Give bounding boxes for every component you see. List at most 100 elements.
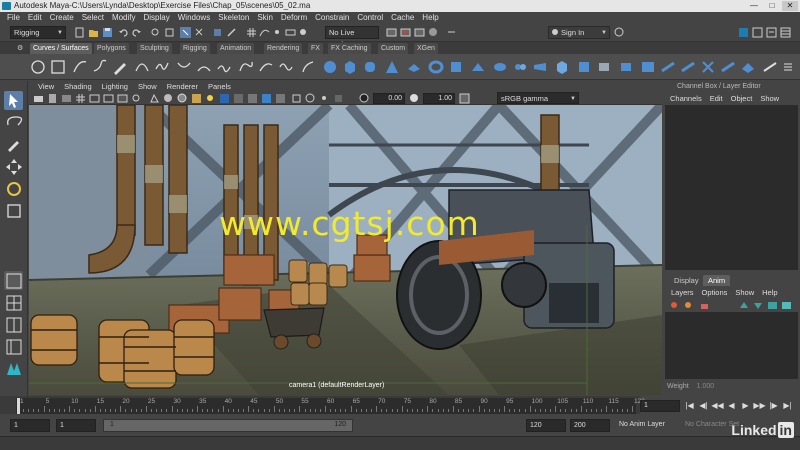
- nurbs-cube-icon[interactable]: [342, 59, 358, 75]
- menu-help[interactable]: Help: [418, 12, 442, 24]
- persp-outliner-layout-icon[interactable]: [4, 337, 23, 356]
- revolve-icon[interactable]: [448, 59, 464, 75]
- move-layer-up-icon[interactable]: [739, 300, 750, 311]
- anim-layer-list[interactable]: [665, 312, 798, 379]
- menu-skeleton[interactable]: Skeleton: [214, 12, 253, 24]
- menu-display[interactable]: Display: [140, 12, 174, 24]
- exposure-icon[interactable]: [359, 93, 370, 104]
- attach-surfaces-icon[interactable]: [740, 59, 756, 75]
- rotate-tool-icon[interactable]: [4, 179, 23, 198]
- open-scene-icon[interactable]: [88, 27, 99, 38]
- menu-modify[interactable]: Modify: [108, 12, 140, 24]
- insert-knot-icon[interactable]: [216, 59, 232, 75]
- menu-constrain[interactable]: Constrain: [311, 12, 353, 24]
- select-object-icon[interactable]: [164, 27, 175, 38]
- tab-fx[interactable]: FX: [308, 43, 323, 54]
- select-hierarchy-icon[interactable]: [150, 27, 161, 38]
- birail-icon[interactable]: [532, 59, 548, 75]
- range-slider[interactable]: 1 120: [103, 419, 353, 432]
- redo-icon[interactable]: [131, 27, 142, 38]
- step-forward-frame-button[interactable]: ▶▶: [753, 399, 766, 412]
- channel-box-panel[interactable]: [665, 105, 798, 270]
- xray-components-icon[interactable]: [333, 93, 344, 104]
- resolution-gate-icon[interactable]: [103, 93, 114, 104]
- input-field-icon[interactable]: [446, 27, 457, 38]
- planar-icon[interactable]: [492, 59, 508, 75]
- viewport-menu-shading[interactable]: Shading: [59, 82, 97, 91]
- step-back-key-button[interactable]: ◀|: [697, 399, 710, 412]
- tab-fx-caching[interactable]: FX Caching: [328, 43, 371, 54]
- select-edge-icon[interactable]: [226, 27, 237, 38]
- render-settings-icon[interactable]: [414, 27, 425, 38]
- view-transform-icon[interactable]: [459, 93, 470, 104]
- layer-menu-help[interactable]: Help: [758, 288, 781, 297]
- select-component-icon[interactable]: [194, 27, 205, 38]
- nurbs-sphere-icon[interactable]: [322, 59, 338, 75]
- menu-file[interactable]: File: [3, 12, 24, 24]
- minimize-button[interactable]: —: [746, 1, 762, 11]
- four-view-layout-icon[interactable]: [4, 293, 23, 312]
- current-frame-field[interactable]: 1: [640, 400, 680, 412]
- side-by-side-layout-icon[interactable]: [4, 315, 23, 334]
- channel-box-menu-show[interactable]: Show: [756, 94, 783, 103]
- cv-curve-icon[interactable]: [92, 59, 108, 75]
- motion-blur-icon[interactable]: [247, 93, 258, 104]
- film-gate-icon[interactable]: [89, 93, 100, 104]
- textured-icon[interactable]: [191, 93, 202, 104]
- new-layer-icon[interactable]: [767, 300, 778, 311]
- tool-settings-icon[interactable]: [766, 27, 777, 38]
- nurbs-cone-icon[interactable]: [384, 59, 400, 75]
- menu-edit[interactable]: Edit: [24, 12, 46, 24]
- extend-curve-icon[interactable]: [238, 59, 254, 75]
- shelf-menu-icon[interactable]: [780, 59, 796, 75]
- weight-value[interactable]: 1.000: [697, 383, 715, 390]
- menu-select[interactable]: Select: [78, 12, 108, 24]
- anti-aliasing-icon[interactable]: [261, 93, 272, 104]
- duplicate-surface-icon[interactable]: [640, 59, 656, 75]
- live-surface-field[interactable]: No Live Surface: [325, 26, 379, 49]
- tab-display[interactable]: Display: [669, 275, 704, 286]
- gamma-icon[interactable]: [409, 93, 420, 104]
- viewport-menu-renderer[interactable]: Renderer: [162, 82, 203, 91]
- menu-deform[interactable]: Deform: [277, 12, 311, 24]
- mash-icon[interactable]: [4, 359, 23, 378]
- select-tool-icon[interactable]: [4, 91, 23, 110]
- go-to-start-button[interactable]: |◀: [683, 399, 696, 412]
- exposure-field[interactable]: 0.00: [373, 93, 405, 104]
- animation-end-field[interactable]: 200: [570, 419, 610, 432]
- channel-box-menu-object[interactable]: Object: [727, 94, 757, 103]
- playback-start-field[interactable]: 1: [56, 419, 96, 432]
- new-scene-icon[interactable]: [74, 27, 85, 38]
- ipr-render-icon[interactable]: [400, 27, 411, 38]
- perspective-viewport[interactable]: www.cgtsj.com camera1 (defaultRenderLaye…: [29, 105, 662, 395]
- smooth-shade-icon[interactable]: [163, 93, 174, 104]
- sign-in-button[interactable]: Sign In ▼: [548, 26, 610, 39]
- tab-custom[interactable]: Custom: [378, 43, 409, 54]
- nurbs-torus-icon[interactable]: [428, 59, 444, 75]
- tab-curves-surfaces[interactable]: Curves / Surfaces: [30, 43, 92, 54]
- move-tool-icon[interactable]: [4, 157, 23, 176]
- maximize-button[interactable]: □: [764, 1, 780, 11]
- attribute-editor-icon[interactable]: [752, 27, 763, 38]
- tab-animation[interactable]: Animation: [217, 43, 255, 54]
- attach-curves-icon[interactable]: [176, 59, 192, 75]
- bezier-curve-icon[interactable]: [154, 59, 170, 75]
- rebuild-curve-icon[interactable]: [278, 59, 294, 75]
- snap-curve-icon[interactable]: [259, 27, 270, 38]
- grid-icon[interactable]: [75, 93, 86, 104]
- xray-icon[interactable]: [305, 93, 316, 104]
- modeling-toolkit-icon[interactable]: [738, 27, 749, 38]
- intersect-icon[interactable]: [680, 59, 696, 75]
- play-backwards-button[interactable]: ◀: [725, 399, 738, 412]
- weight-key-icon[interactable]: [683, 300, 694, 311]
- loft-icon[interactable]: [470, 59, 486, 75]
- use-all-lights-icon[interactable]: [205, 93, 216, 104]
- tab-polygons[interactable]: Polygons: [94, 43, 129, 54]
- layer-menu-options[interactable]: Options: [698, 288, 732, 297]
- ep-curve-icon[interactable]: [72, 59, 88, 75]
- nurbs-circle-icon[interactable]: [30, 59, 46, 75]
- nurbs-cylinder-icon[interactable]: [362, 59, 378, 75]
- snap-surface-icon[interactable]: [285, 27, 296, 38]
- shadows-icon[interactable]: [219, 93, 230, 104]
- bevel-plus-icon[interactable]: [618, 59, 634, 75]
